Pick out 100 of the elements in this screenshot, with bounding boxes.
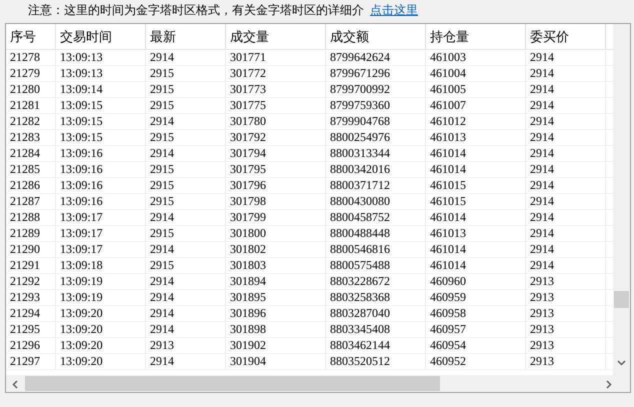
table-cell: 13:09:14 <box>60 82 103 96</box>
table-cell: 13:09:13 <box>60 50 103 64</box>
table-cell: 2914 <box>530 178 554 192</box>
column-header[interactable]: 成交额 <box>326 24 426 49</box>
table-cell: 2914 <box>150 274 174 288</box>
column-header[interactable]: 委买价 <box>526 24 606 49</box>
table-cell: 13:09:13 <box>60 66 103 80</box>
table-cell: 460957 <box>430 322 466 336</box>
column-header[interactable]: 最新 <box>146 24 226 49</box>
table-cell: 8800458752 <box>330 210 390 224</box>
table-cell: 461007 <box>430 98 466 112</box>
table-cell: 13:09:20 <box>60 338 103 352</box>
table-cell: 301894 <box>230 274 266 288</box>
table-cell: 8800488448 <box>330 226 390 240</box>
table-cell: 460952 <box>430 354 466 368</box>
table-cell: 13:09:16 <box>60 146 103 160</box>
column-header[interactable]: 序号 <box>6 24 56 49</box>
table-cell: 8799671296 <box>330 66 390 80</box>
table-cell: 2914 <box>530 258 554 272</box>
table-cell: 8800546816 <box>330 242 390 256</box>
table-cell: 301895 <box>230 290 266 304</box>
table-cell: 461014 <box>430 210 466 224</box>
table-cell: 301796 <box>230 178 266 192</box>
table-cell: 301792 <box>230 130 266 144</box>
table-cell: 8800254976 <box>330 130 390 144</box>
table-cell: 2914 <box>530 162 554 176</box>
table-cell: 21280 <box>10 82 40 96</box>
table-cell: 2913 <box>530 354 554 368</box>
table-cell: 21285 <box>10 162 40 176</box>
table-cell: 8803520512 <box>330 354 390 368</box>
table-cell: 301773 <box>230 82 266 96</box>
table-cell: 460954 <box>430 338 466 352</box>
table-cell: 13:09:20 <box>60 354 103 368</box>
table-cell: 460958 <box>430 306 466 320</box>
table-cell: 2915 <box>150 98 174 112</box>
table-cell: 301780 <box>230 114 266 128</box>
table-cell: 301798 <box>230 194 266 208</box>
vertical-scrollbar[interactable] <box>613 24 630 375</box>
table-cell: 301772 <box>230 66 266 80</box>
table-cell: 2914 <box>530 242 554 256</box>
table-cell: 2914 <box>530 210 554 224</box>
table-cell: 2915 <box>150 258 174 272</box>
table-cell: 461015 <box>430 194 466 208</box>
table-cell: 301775 <box>230 98 266 112</box>
table-cell: 8799759360 <box>330 98 390 112</box>
table-cell: 2913 <box>530 306 554 320</box>
column-header[interactable]: 持仓量 <box>426 24 526 49</box>
table-cell: 2915 <box>150 82 174 96</box>
table-cell: 2913 <box>530 274 554 288</box>
table-cell: 2915 <box>150 162 174 176</box>
table-cell: 21286 <box>10 178 40 192</box>
column-header[interactable]: 交易时间 <box>56 24 146 49</box>
table-cell: 461003 <box>430 50 466 64</box>
table-cell: 13:09:17 <box>60 210 103 224</box>
table-cell: 461004 <box>430 66 466 80</box>
column-header[interactable]: 成交量 <box>226 24 326 49</box>
scroll-thumb[interactable] <box>25 376 440 391</box>
link[interactable]: 点击这里 <box>370 1 418 19</box>
table-cell: 21294 <box>10 306 40 320</box>
table-cell: 301800 <box>230 226 266 240</box>
table-cell: 301794 <box>230 146 266 160</box>
table-cell: 21284 <box>10 146 40 160</box>
table-cell: 2914 <box>150 322 174 336</box>
table-cell: 21292 <box>10 274 40 288</box>
table-cell: 21296 <box>10 338 40 352</box>
table-cell: 13:09:17 <box>60 242 103 256</box>
table-cell: 21283 <box>10 130 40 144</box>
table-cell: 8803345408 <box>330 322 390 336</box>
table-cell: 8803287040 <box>330 306 390 320</box>
table-cell: 2914 <box>150 114 174 128</box>
table-cell: 2914 <box>150 242 174 256</box>
table-cell: 301896 <box>230 306 266 320</box>
table-cell: 301898 <box>230 322 266 336</box>
table-cell: 8803462144 <box>330 338 390 352</box>
table-cell: 461014 <box>430 146 466 160</box>
scroll-right-icon[interactable] <box>606 380 612 389</box>
table-cell: 2913 <box>530 338 554 352</box>
scroll-down-icon[interactable] <box>617 360 626 366</box>
horizontal-scrollbar[interactable] <box>6 375 630 392</box>
table-cell: 8800430080 <box>330 194 390 208</box>
table-cell: 8799904768 <box>330 114 390 128</box>
table-cell: 13:09:19 <box>60 274 103 288</box>
table-cell: 8803258368 <box>330 290 390 304</box>
table-cell: 461014 <box>430 242 466 256</box>
scroll-left-icon[interactable] <box>12 380 18 389</box>
table-cell: 2914 <box>530 66 554 80</box>
table-cell: 2914 <box>150 290 174 304</box>
table-cell: 13:09:20 <box>60 322 103 336</box>
table-cell: 301803 <box>230 258 266 272</box>
table-cell: 21297 <box>10 354 40 368</box>
table-cell: 2914 <box>530 130 554 144</box>
table-cell: 21288 <box>10 210 40 224</box>
table-cell: 8803228672 <box>330 274 390 288</box>
table-cell: 2914 <box>530 98 554 112</box>
table-cell: 461013 <box>430 130 466 144</box>
scroll-thumb[interactable] <box>614 291 629 308</box>
table-cell: 2914 <box>530 50 554 64</box>
table-cell: 21279 <box>10 66 40 80</box>
table-cell: 13:09:20 <box>60 306 103 320</box>
notice-text: 注意：这里的时间为金字塔时区格式，有关金字塔时区的详细介 <box>28 2 364 19</box>
